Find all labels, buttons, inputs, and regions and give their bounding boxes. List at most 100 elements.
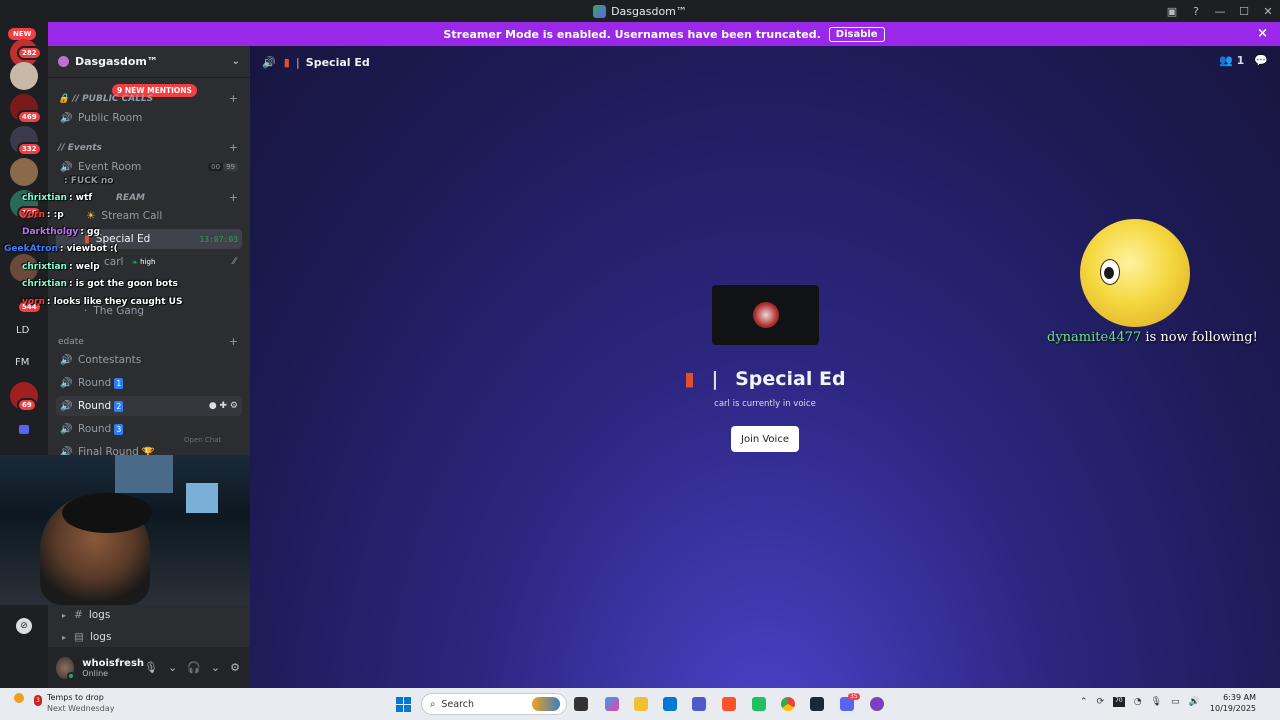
window-title-text: Dasgasdom™: [611, 4, 687, 18]
maximize-button[interactable]: ☐: [1232, 5, 1256, 18]
help-icon[interactable]: ?: [1184, 5, 1208, 18]
chat-message: vorn: looks like they caught US: [22, 297, 182, 307]
username-block[interactable]: whoisfresh Online: [82, 658, 144, 678]
add-channel-icon[interactable]: +: [229, 92, 238, 105]
chat-message: GeekAtron: viewbot :(: [4, 244, 118, 254]
chevron-up-icon[interactable]: ⌃: [1080, 697, 1088, 707]
chrome-icon[interactable]: [781, 697, 795, 711]
chat-username: vorn: [22, 297, 45, 307]
voice-channel-subtitle: carl is currently in voice: [714, 399, 816, 409]
channel-actions-icons[interactable]: ● ✚ ⚙: [209, 401, 238, 411]
display-icon[interactable]: ▭: [1171, 697, 1180, 707]
poster-image: [186, 483, 218, 513]
settings-gear-icon[interactable]: ⚙: [230, 661, 240, 674]
microphone-icon[interactable]: 🎙: [144, 661, 158, 674]
server-text-icon[interactable]: LD: [16, 325, 29, 336]
clock[interactable]: 6:39 AM 10/19/2025: [1210, 692, 1256, 714]
unread-badge: 332: [17, 142, 42, 156]
members-button[interactable]: 👥 1: [1219, 54, 1244, 67]
app-icon: [593, 4, 607, 18]
steam-icon[interactable]: [810, 697, 824, 711]
speaker-icon: 🔊: [60, 354, 73, 366]
follower-name: dynamite4477: [1047, 330, 1142, 345]
folder-icon[interactable]: [19, 425, 29, 434]
chevron-down-icon[interactable]: ⌄: [168, 661, 177, 674]
app-icon[interactable]: [752, 697, 766, 711]
taskbar-search[interactable]: ⌕ Search: [421, 693, 567, 715]
add-channel-icon[interactable]: +: [229, 191, 238, 204]
join-voice-button[interactable]: Join Voice: [731, 426, 799, 452]
speaker-icon: 🔊: [60, 377, 73, 389]
chevron-down-icon[interactable]: ⌄: [211, 661, 220, 674]
category-public-calls[interactable]: 🔒 // PUBLIC CALLS: [58, 94, 153, 104]
headphones-icon[interactable]: 🎧: [187, 661, 201, 674]
microphone-icon[interactable]: 🎙: [1151, 697, 1162, 707]
close-banner-icon[interactable]: ×: [1257, 26, 1268, 41]
server-header[interactable]: Dasgasdom™ ⌄: [48, 46, 250, 78]
chat-username: Darktholgy: [22, 227, 79, 237]
tray-temp[interactable]: 70: [1113, 697, 1125, 707]
clock-time: 6:39 AM: [1223, 693, 1256, 702]
windows-start-icon[interactable]: [396, 697, 412, 713]
speaker-icon: 🔊: [60, 400, 73, 412]
channel-contestants[interactable]: 🔊 Contestants: [56, 350, 242, 370]
weather-badge: 3: [34, 695, 42, 706]
voice-channel-name: Special Ed: [735, 368, 846, 390]
inbox-icon[interactable]: ▣: [1160, 5, 1184, 18]
server-text-icon[interactable]: FM: [15, 357, 29, 368]
chat-bubble-icon[interactable]: 💬: [1254, 54, 1268, 67]
weather-widget[interactable]: 3 Temps to drop Next Wednesday: [14, 692, 115, 713]
copilot-icon[interactable]: [605, 697, 619, 711]
weather-subtitle: Next Wednesday: [47, 704, 115, 713]
channel-public-room[interactable]: 🔊 Public Room: [56, 108, 242, 128]
unread-badge: 69: [17, 398, 37, 412]
channel-round-1[interactable]: 🔊 Round 1: [56, 373, 242, 393]
chat-text: : viewbot :(: [59, 244, 118, 254]
chat-username: chrixtian: [22, 193, 67, 203]
close-window-button[interactable]: ✕: [1256, 5, 1280, 18]
speaker-icon: 🔊: [262, 55, 276, 69]
chevron-right-icon[interactable]: ▸: [62, 633, 66, 642]
task-view-icon[interactable]: [574, 697, 588, 711]
teams-icon[interactable]: [692, 697, 706, 711]
voice-preview-tile[interactable]: [712, 285, 819, 345]
username: whoisfresh: [82, 657, 145, 669]
discover-icon[interactable]: ⊘: [16, 618, 32, 634]
main-voice-area: 🔊 ▮ | Special Ed 👥 1 💬 ▮ | Special Ed ca…: [250, 46, 1280, 688]
network-icon[interactable]: ◔: [1134, 697, 1142, 707]
app-icon[interactable]: [870, 697, 884, 711]
server-icon[interactable]: [10, 158, 38, 186]
sun-icon: ☀: [86, 210, 96, 222]
minimize-button[interactable]: —: [1208, 5, 1232, 18]
channel-event-room[interactable]: 🔊 Event Room 00 99: [56, 157, 242, 177]
window-controls: ▣ ? — ☐ ✕: [1160, 0, 1280, 22]
category-events[interactable]: // Events: [58, 143, 102, 153]
volume-icon[interactable]: 🔊: [1189, 697, 1200, 707]
file-explorer-icon[interactable]: [634, 697, 648, 711]
channel-logs[interactable]: ▸ ▤ logs: [48, 627, 250, 647]
chat-message: chrixtian: welp: [22, 262, 100, 272]
user-limit-max: 99: [223, 163, 238, 171]
speaker-icon: 🔊: [60, 112, 73, 124]
add-channel-icon[interactable]: +: [229, 335, 238, 348]
sidebar-bottom: ▸ # logs ▸ ▤ logs whoisfresh Online 🎙 ⌄ 🎧 ⌄ …: [48, 605, 250, 688]
disable-streamer-mode-button[interactable]: Disable: [828, 26, 885, 42]
chat-text: : is got the goon bots: [68, 279, 178, 289]
poster-image: [115, 455, 173, 493]
chevron-right-icon[interactable]: ▸: [62, 611, 66, 620]
weather-title: Temps to drop: [47, 693, 104, 702]
category-edate[interactable]: edate: [58, 337, 84, 347]
channel-logs[interactable]: ▸ # logs: [48, 605, 250, 625]
server-icon[interactable]: [10, 62, 38, 90]
chevron-down-icon[interactable]: ⌄: [232, 56, 240, 67]
brave-icon[interactable]: [722, 697, 736, 711]
chat-username: chrixtian: [22, 262, 67, 272]
store-icon[interactable]: [663, 697, 677, 711]
sync-icon[interactable]: ⟳: [1097, 697, 1105, 707]
avatar[interactable]: [56, 656, 76, 680]
category-stream[interactable]: REAM: [116, 193, 145, 203]
channel-round-2[interactable]: 🔊 Round 2 ● ✚ ⚙: [56, 396, 242, 416]
channel-stream-call[interactable]: ☀ Stream Call: [56, 206, 242, 226]
chat-message: chrixtian: wtf: [22, 193, 92, 203]
add-channel-icon[interactable]: +: [229, 141, 238, 154]
